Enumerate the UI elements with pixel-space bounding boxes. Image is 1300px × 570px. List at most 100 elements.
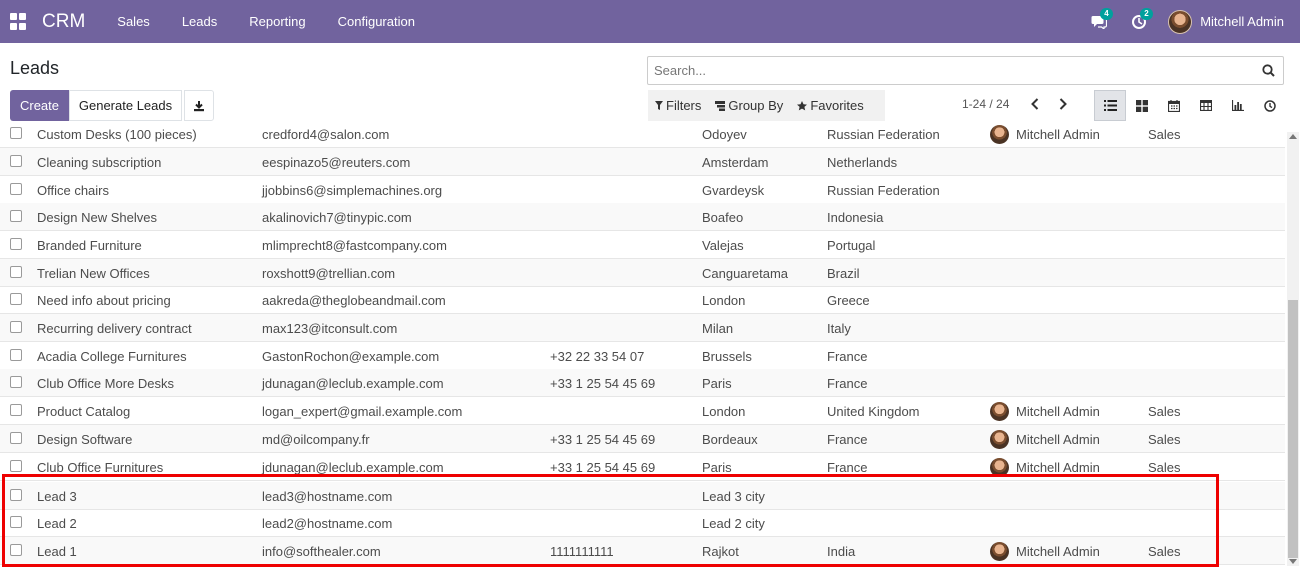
calendar-view-button[interactable] bbox=[1158, 90, 1190, 121]
lead-email: credford4@salon.com bbox=[262, 127, 390, 142]
group-by-button[interactable]: Group By bbox=[708, 98, 790, 113]
lead-country: Russian Federation bbox=[827, 183, 940, 198]
row-checkbox[interactable] bbox=[10, 489, 22, 501]
table-row[interactable]: Office chairs jjobbins6@simplemachines.or… bbox=[0, 176, 1285, 204]
row-checkbox[interactable] bbox=[10, 349, 22, 361]
star-icon bbox=[797, 100, 808, 110]
filters-button[interactable]: Filters bbox=[648, 98, 708, 113]
activity-view-button[interactable] bbox=[1254, 90, 1286, 121]
row-checkbox[interactable] bbox=[10, 238, 22, 250]
row-checkbox[interactable] bbox=[10, 516, 22, 528]
table-row[interactable]: Acadia College Furnitures GastonRochon@ex… bbox=[0, 342, 1285, 370]
menu-reporting[interactable]: Reporting bbox=[233, 14, 321, 29]
avatar bbox=[990, 458, 1009, 477]
lead-email: max123@itconsult.com bbox=[262, 321, 398, 336]
row-checkbox[interactable] bbox=[10, 210, 22, 222]
lead-city: Gvardeysk bbox=[702, 183, 765, 198]
pager-value[interactable]: 1-24 / 24 bbox=[962, 97, 1009, 111]
lead-email: roxshott9@trellian.com bbox=[262, 266, 396, 281]
row-checkbox[interactable] bbox=[10, 404, 22, 416]
row-checkbox[interactable] bbox=[10, 460, 22, 472]
lead-salesperson: Mitchell Admin bbox=[1016, 544, 1100, 559]
table-row[interactable]: Club Office More Desks jdunagan@leclub.ex… bbox=[0, 369, 1285, 397]
favorites-label: Favorites bbox=[810, 98, 864, 113]
row-checkbox[interactable] bbox=[10, 544, 22, 556]
activities-icon[interactable]: 2 bbox=[1128, 7, 1153, 33]
menu-leads[interactable]: Leads bbox=[166, 14, 233, 29]
lead-name: Office chairs bbox=[37, 183, 110, 198]
lead-email: jdunagan@leclub.example.com bbox=[262, 376, 444, 391]
table-row[interactable]: Club Office Furnitures jdunagan@leclub.ex… bbox=[0, 453, 1285, 481]
table-row[interactable]: Trelian New Offices roxshott9@trellian.co… bbox=[0, 259, 1285, 287]
lead-city: Valejas bbox=[702, 238, 744, 253]
lead-name: Recurring delivery contract bbox=[37, 321, 192, 336]
list-view-button[interactable] bbox=[1094, 90, 1126, 121]
lead-city: Bordeaux bbox=[702, 432, 758, 447]
lead-email: mlimprecht8@fastcompany.com bbox=[262, 238, 447, 253]
row-checkbox[interactable] bbox=[10, 293, 22, 305]
lead-country: Greece bbox=[827, 293, 870, 308]
pager-next-button[interactable] bbox=[1056, 96, 1070, 112]
row-checkbox[interactable] bbox=[10, 376, 22, 388]
scrollbar-thumb[interactable] bbox=[1288, 300, 1298, 558]
lead-name: Lead 3 bbox=[37, 489, 77, 504]
lead-country: Portugal bbox=[827, 238, 876, 253]
lead-city: Boafeo bbox=[702, 210, 744, 225]
pager-previous-button[interactable] bbox=[1028, 96, 1042, 112]
table-row[interactable]: Need info about pricing aakreda@theglobea… bbox=[0, 286, 1285, 314]
search-icon[interactable] bbox=[1257, 60, 1279, 82]
menu-sales[interactable]: Sales bbox=[101, 14, 166, 29]
lead-phone: +33 1 25 54 45 69 bbox=[550, 432, 656, 447]
lead-country: France bbox=[827, 376, 868, 391]
create-button[interactable]: Create bbox=[10, 90, 69, 121]
avatar bbox=[990, 542, 1009, 561]
table-row[interactable]: Branded Furniture mlimprecht8@fastcompany… bbox=[0, 231, 1285, 259]
table-row[interactable]: Cleaning subscription eespinazo5@reuters.… bbox=[0, 148, 1285, 176]
lead-sales-team: Sales bbox=[1148, 544, 1181, 559]
scroll-down-arrow[interactable] bbox=[1289, 559, 1297, 564]
lead-city: Amsterdam bbox=[702, 155, 769, 170]
lead-name: Cleaning subscription bbox=[37, 155, 162, 170]
app-grid-icon[interactable] bbox=[10, 12, 28, 31]
lead-country: France bbox=[827, 460, 868, 475]
row-checkbox[interactable] bbox=[10, 266, 22, 278]
lead-phone: +33 1 25 54 45 69 bbox=[550, 376, 656, 391]
messages-icon[interactable]: 4 bbox=[1088, 7, 1113, 33]
download-icon bbox=[194, 100, 204, 111]
lead-country: France bbox=[827, 432, 868, 447]
table-row[interactable]: Lead 1 info@softhealer.com 1111111111 Rajko… bbox=[0, 537, 1285, 565]
kanban-view-button[interactable] bbox=[1126, 90, 1158, 121]
user-menu[interactable]: Mitchell Admin bbox=[1168, 9, 1284, 34]
favorites-button[interactable]: Favorites bbox=[790, 98, 870, 113]
graph-view-button[interactable] bbox=[1222, 90, 1254, 121]
pivot-view-button[interactable] bbox=[1190, 90, 1222, 121]
lead-city: Paris bbox=[702, 460, 732, 475]
generate-leads-button[interactable]: Generate Leads bbox=[69, 90, 182, 121]
lead-name: Lead 1 bbox=[37, 544, 77, 559]
lead-sales-team: Sales bbox=[1148, 460, 1181, 475]
menu-configuration[interactable]: Configuration bbox=[322, 14, 431, 29]
table-row[interactable]: Design Software md@oilcompany.fr +33 1 25 … bbox=[0, 425, 1285, 453]
lead-country: Russian Federation bbox=[827, 127, 940, 142]
download-button[interactable] bbox=[184, 90, 214, 121]
table-row[interactable]: Design New Shelves akalinovich7@tinypic.c… bbox=[0, 203, 1285, 231]
table-row[interactable]: Lead 2 lead2@hostname.com Lead 2 city bbox=[0, 509, 1285, 537]
table-row[interactable]: Product Catalog logan_expert@gmail.exampl… bbox=[0, 397, 1285, 425]
row-checkbox[interactable] bbox=[10, 321, 22, 333]
chevron-right-icon bbox=[1059, 98, 1067, 110]
table-row[interactable]: Recurring delivery contract max123@itcons… bbox=[0, 314, 1285, 342]
row-checkbox[interactable] bbox=[10, 183, 22, 195]
lead-name: Branded Furniture bbox=[37, 238, 142, 253]
table-row[interactable]: Lead 3 lead3@hostname.com Lead 3 city bbox=[0, 482, 1285, 510]
table-row[interactable]: Custom Desks (100 pieces) credford4@salon… bbox=[0, 121, 1285, 148]
row-checkbox[interactable] bbox=[10, 432, 22, 444]
search-input[interactable] bbox=[654, 63, 1257, 78]
lead-name: Product Catalog bbox=[37, 404, 131, 419]
row-checkbox[interactable] bbox=[10, 127, 22, 139]
lead-email: lead2@hostname.com bbox=[262, 516, 393, 531]
row-checkbox[interactable] bbox=[10, 155, 22, 167]
app-brand[interactable]: CRM bbox=[42, 11, 85, 33]
lead-sales-team: Sales bbox=[1148, 127, 1181, 142]
lead-salesperson: Mitchell Admin bbox=[1016, 404, 1100, 419]
scroll-up-arrow[interactable] bbox=[1289, 134, 1297, 139]
